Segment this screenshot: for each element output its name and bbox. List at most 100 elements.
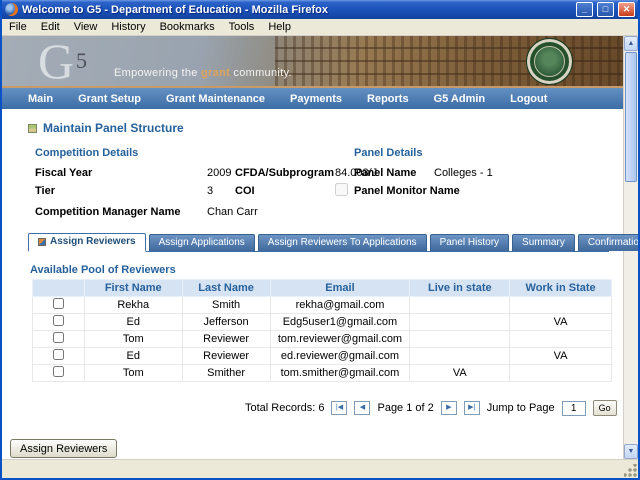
tab-bullet-icon <box>38 238 46 246</box>
cell-last-name: Jefferson <box>182 314 270 331</box>
nav-grant-setup[interactable]: Grant Setup <box>78 93 141 105</box>
close-button[interactable]: ✕ <box>618 2 635 17</box>
cell-email: tom.smither@gmail.com <box>270 365 410 382</box>
scrollbar-track[interactable] <box>624 183 638 444</box>
assign-reviewers-button[interactable]: Assign Reviewers <box>10 439 117 458</box>
browser-window: Welcome to G5 - Department of Education … <box>0 0 640 480</box>
menu-file[interactable]: File <box>2 20 34 34</box>
panel-name-value: Colleges - 1 <box>434 167 493 179</box>
table-row: Ed Jefferson Edg5user1@gmail.com VA <box>33 314 612 331</box>
cell-first-name: Ed <box>84 314 182 331</box>
scrollbar-thumb[interactable] <box>625 52 637 182</box>
col-first-name: First Name <box>84 280 182 297</box>
checkbox-column-header <box>33 280 85 297</box>
page-title-row: Maintain Panel Structure <box>28 121 184 135</box>
col-live-in-state: Live in state <box>410 280 510 297</box>
tab-assign-reviewers-to-applications[interactable]: Assign Reviewers To Applications <box>258 234 427 251</box>
cfda-subprogram-label: CFDA/Subprogram <box>235 167 334 179</box>
g5-logo-5: 5 <box>76 48 87 74</box>
cell-live-in-state <box>410 297 510 314</box>
tab-summary[interactable]: Summary <box>512 234 575 251</box>
competition-manager-value: Chan Carr <box>207 206 258 218</box>
scroll-up-icon[interactable]: ▲ <box>624 36 638 51</box>
row-checkbox[interactable] <box>53 298 64 309</box>
cell-live-in-state <box>410 348 510 365</box>
tab-assign-reviewers[interactable]: Assign Reviewers <box>28 233 146 252</box>
fiscal-year-label: Fiscal Year <box>35 167 92 179</box>
coi-label: COI <box>235 185 255 197</box>
panel-monitor-label: Panel Monitor Name <box>354 185 460 197</box>
page-title-icon <box>28 124 37 133</box>
row-checkbox[interactable] <box>53 332 64 343</box>
previous-page-button[interactable]: ◀ <box>354 401 370 415</box>
col-last-name: Last Name <box>182 280 270 297</box>
cell-last-name: Reviewer <box>182 331 270 348</box>
minimize-button[interactable]: _ <box>576 2 593 17</box>
menu-history[interactable]: History <box>104 20 152 34</box>
table-row: Ed Reviewer ed.reviewer@gmail.com VA <box>33 348 612 365</box>
menu-view[interactable]: View <box>67 20 105 34</box>
scroll-down-icon[interactable]: ▼ <box>624 444 638 459</box>
tagline-post: community. <box>230 67 292 79</box>
competition-details-heading: Competition Details <box>35 147 138 159</box>
tab-confirmation[interactable]: Confirmation <box>578 234 640 251</box>
g5-banner: G 5 Empowering the grant community. <box>2 36 623 88</box>
last-page-button[interactable]: ▶| <box>464 401 480 415</box>
cell-first-name: Ed <box>84 348 182 365</box>
department-of-education-seal <box>526 38 573 85</box>
first-page-button[interactable]: |◀ <box>331 401 347 415</box>
cell-work-in-state <box>510 297 612 314</box>
nav-payments[interactable]: Payments <box>290 93 342 105</box>
cell-work-in-state <box>510 331 612 348</box>
col-work-in-state: Work in State <box>510 280 612 297</box>
main-navigation: Main Grant Setup Grant Maintenance Payme… <box>2 88 623 109</box>
row-checkbox[interactable] <box>53 315 64 326</box>
g5-logo-g: G <box>38 36 74 88</box>
menu-bar: File Edit View History Bookmarks Tools H… <box>2 19 638 36</box>
reviewers-table: First Name Last Name Email Live in state… <box>32 279 612 382</box>
panel-details-heading: Panel Details <box>354 147 422 159</box>
nav-reports[interactable]: Reports <box>367 93 409 105</box>
cell-work-in-state: VA <box>510 314 612 331</box>
maximize-button[interactable]: □ <box>597 2 614 17</box>
cell-live-in-state <box>410 331 510 348</box>
nav-g5-admin[interactable]: G5 Admin <box>434 93 486 105</box>
table-header-row: First Name Last Name Email Live in state… <box>33 280 612 297</box>
tab-assign-applications[interactable]: Assign Applications <box>149 234 255 251</box>
row-checkbox[interactable] <box>53 349 64 360</box>
jump-to-page-input[interactable] <box>562 401 586 416</box>
cell-first-name: Rekha <box>84 297 182 314</box>
menu-bookmarks[interactable]: Bookmarks <box>153 20 222 34</box>
nav-logout[interactable]: Logout <box>510 93 547 105</box>
row-checkbox[interactable] <box>53 366 64 377</box>
tab-bar: Assign Reviewers Assign Applications Ass… <box>28 233 609 252</box>
tagline-highlight: grant <box>201 67 230 79</box>
menu-help[interactable]: Help <box>261 20 298 34</box>
page-title: Maintain Panel Structure <box>43 121 184 135</box>
panel-name-label: Panel Name <box>354 167 416 179</box>
banner-tagline: Empowering the grant community. <box>114 67 292 79</box>
tab-panel-history[interactable]: Panel History <box>430 234 509 251</box>
tagline-pre: Empowering the <box>114 67 201 79</box>
tier-label: Tier <box>35 185 55 197</box>
resize-grip[interactable] <box>624 464 637 477</box>
seal-inner-ring <box>534 46 565 77</box>
nav-main[interactable]: Main <box>28 93 53 105</box>
table-row: Tom Smither tom.smither@gmail.com VA <box>33 365 612 382</box>
total-records: Total Records: 6 <box>245 402 324 414</box>
nav-grant-maintenance[interactable]: Grant Maintenance <box>166 93 265 105</box>
title-bar[interactable]: Welcome to G5 - Department of Education … <box>2 0 638 19</box>
cell-email: tom.reviewer@gmail.com <box>270 331 410 348</box>
status-bar <box>2 459 638 478</box>
menu-tools[interactable]: Tools <box>222 20 262 34</box>
cell-email: Edg5user1@gmail.com <box>270 314 410 331</box>
fiscal-year-value: 2009 <box>207 167 231 179</box>
next-page-button[interactable]: ▶ <box>441 401 457 415</box>
menu-edit[interactable]: Edit <box>34 20 67 34</box>
cell-last-name: Smith <box>182 297 270 314</box>
tier-value: 3 <box>207 185 213 197</box>
firefox-icon <box>5 3 18 16</box>
go-button[interactable]: Go <box>593 400 617 416</box>
cell-last-name: Smither <box>182 365 270 382</box>
available-pool-heading: Available Pool of Reviewers <box>30 264 176 276</box>
